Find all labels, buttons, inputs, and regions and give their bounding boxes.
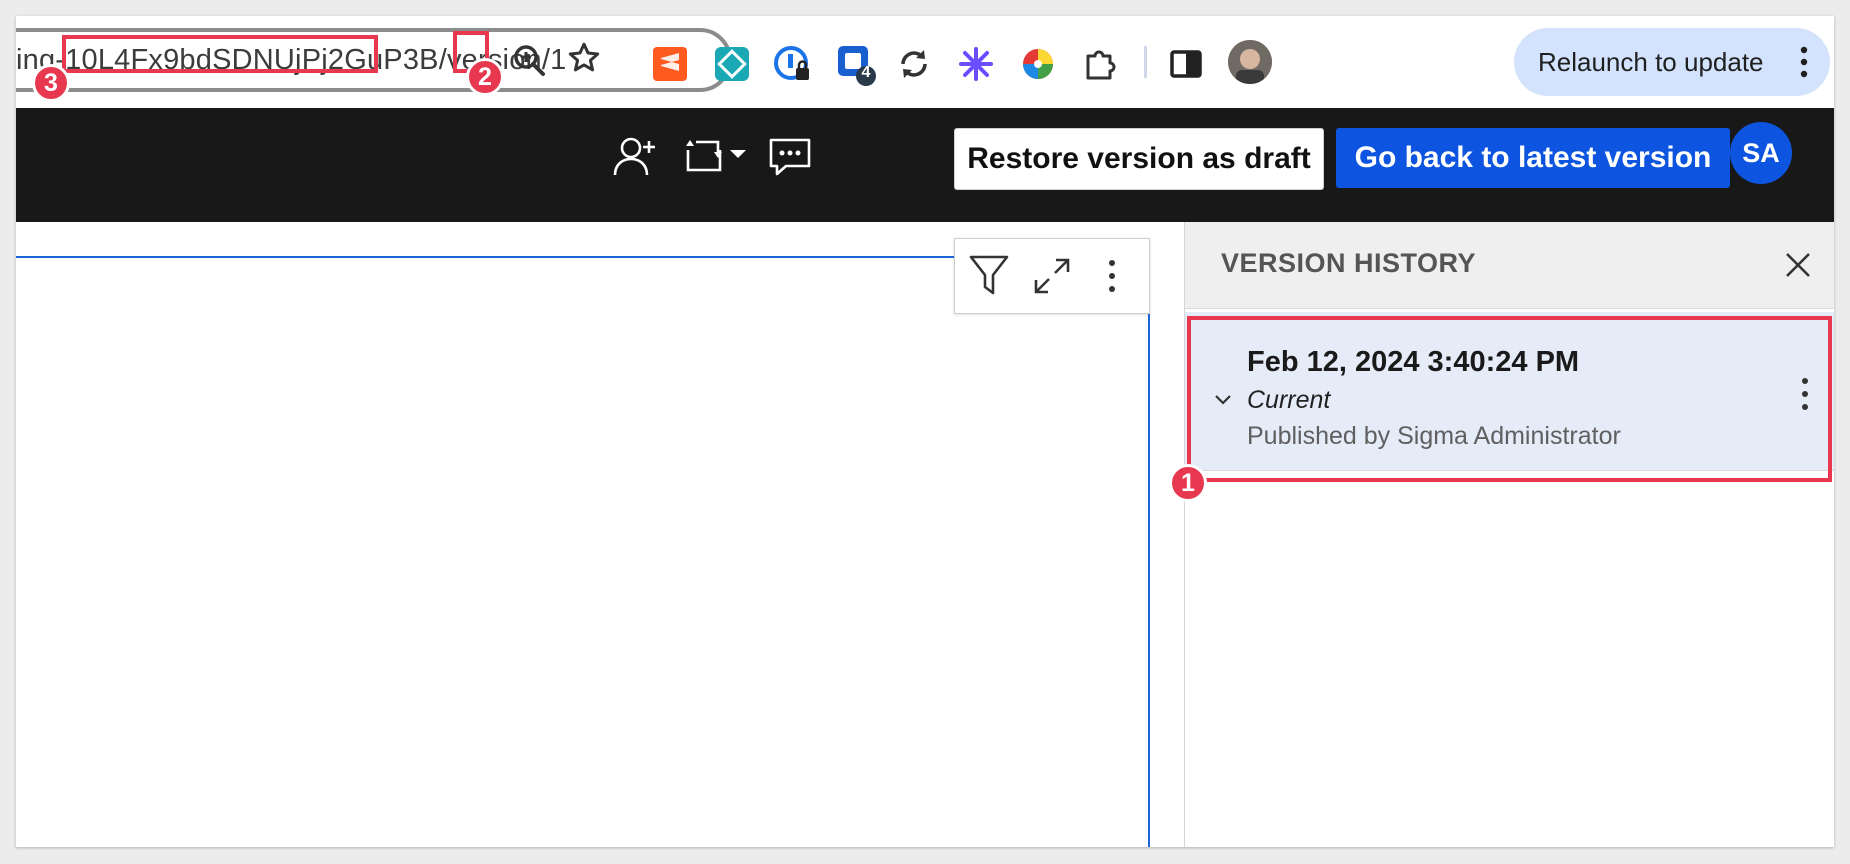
side-panel-icon[interactable] <box>1166 44 1206 84</box>
version-history-panel: VERSION HISTORY Feb 12, 2024 3:40:24 PM … <box>1169 222 1834 847</box>
notification-extension-icon[interactable]: 4 <box>834 44 876 86</box>
browser-toolbar: ing-10L4Fx9bdSDNUjPj2GuP3B/version/1 3 2… <box>16 16 1834 109</box>
restore-version-button[interactable]: Restore version as draft <box>954 128 1324 190</box>
toolbar-divider <box>1144 46 1147 78</box>
asterisk-extension-icon[interactable] <box>956 44 996 84</box>
highlight-doc-id <box>62 35 378 73</box>
more-options-icon[interactable] <box>1097 253 1127 299</box>
browser-menu-icon[interactable] <box>1800 46 1808 85</box>
zoom-icon[interactable] <box>509 40 549 80</box>
expand-icon[interactable] <box>1027 251 1077 301</box>
color-picker-icon[interactable] <box>1018 44 1058 84</box>
highlight-version-entry <box>1187 316 1832 482</box>
filter-icon[interactable] <box>965 251 1013 301</box>
add-user-icon[interactable] <box>608 128 664 184</box>
element-toolbar <box>954 238 1150 314</box>
close-icon[interactable] <box>1781 248 1815 282</box>
publish-sync-icon[interactable] <box>680 130 728 182</box>
extensions-puzzle-icon[interactable] <box>1080 44 1120 84</box>
relaunch-label: Relaunch to update <box>1538 46 1764 77</box>
latest-version-button[interactable]: Go back to latest version <box>1336 128 1730 188</box>
screen-extension-icon[interactable] <box>712 44 752 84</box>
panel-header: VERSION HISTORY <box>1185 222 1834 309</box>
annotation-marker-1: 1 <box>1169 464 1207 502</box>
app-header: Restore version as draft Go back to late… <box>16 108 1834 222</box>
panel-title: VERSION HISTORY <box>1221 248 1477 278</box>
password-manager-icon[interactable] <box>772 44 812 84</box>
annotation-marker-3: 3 <box>32 64 70 102</box>
comments-icon[interactable] <box>766 130 814 182</box>
workbook-canvas <box>16 222 1184 847</box>
sync-extension-icon[interactable] <box>894 44 934 84</box>
chevron-down-icon[interactable] <box>728 144 748 164</box>
profile-avatar[interactable] <box>1228 40 1272 84</box>
bookmark-star-icon[interactable] <box>564 38 604 78</box>
user-avatar[interactable]: SA <box>1730 122 1792 184</box>
relaunch-button[interactable]: Relaunch to update <box>1514 28 1830 96</box>
sublime-extension-icon[interactable] <box>650 44 690 84</box>
extension-badge: 4 <box>861 64 871 81</box>
selected-element-frame[interactable] <box>16 256 1150 847</box>
annotation-marker-2: 2 <box>466 58 504 96</box>
app-window: ing-10L4Fx9bdSDNUjPj2GuP3B/version/1 3 2… <box>16 16 1834 847</box>
